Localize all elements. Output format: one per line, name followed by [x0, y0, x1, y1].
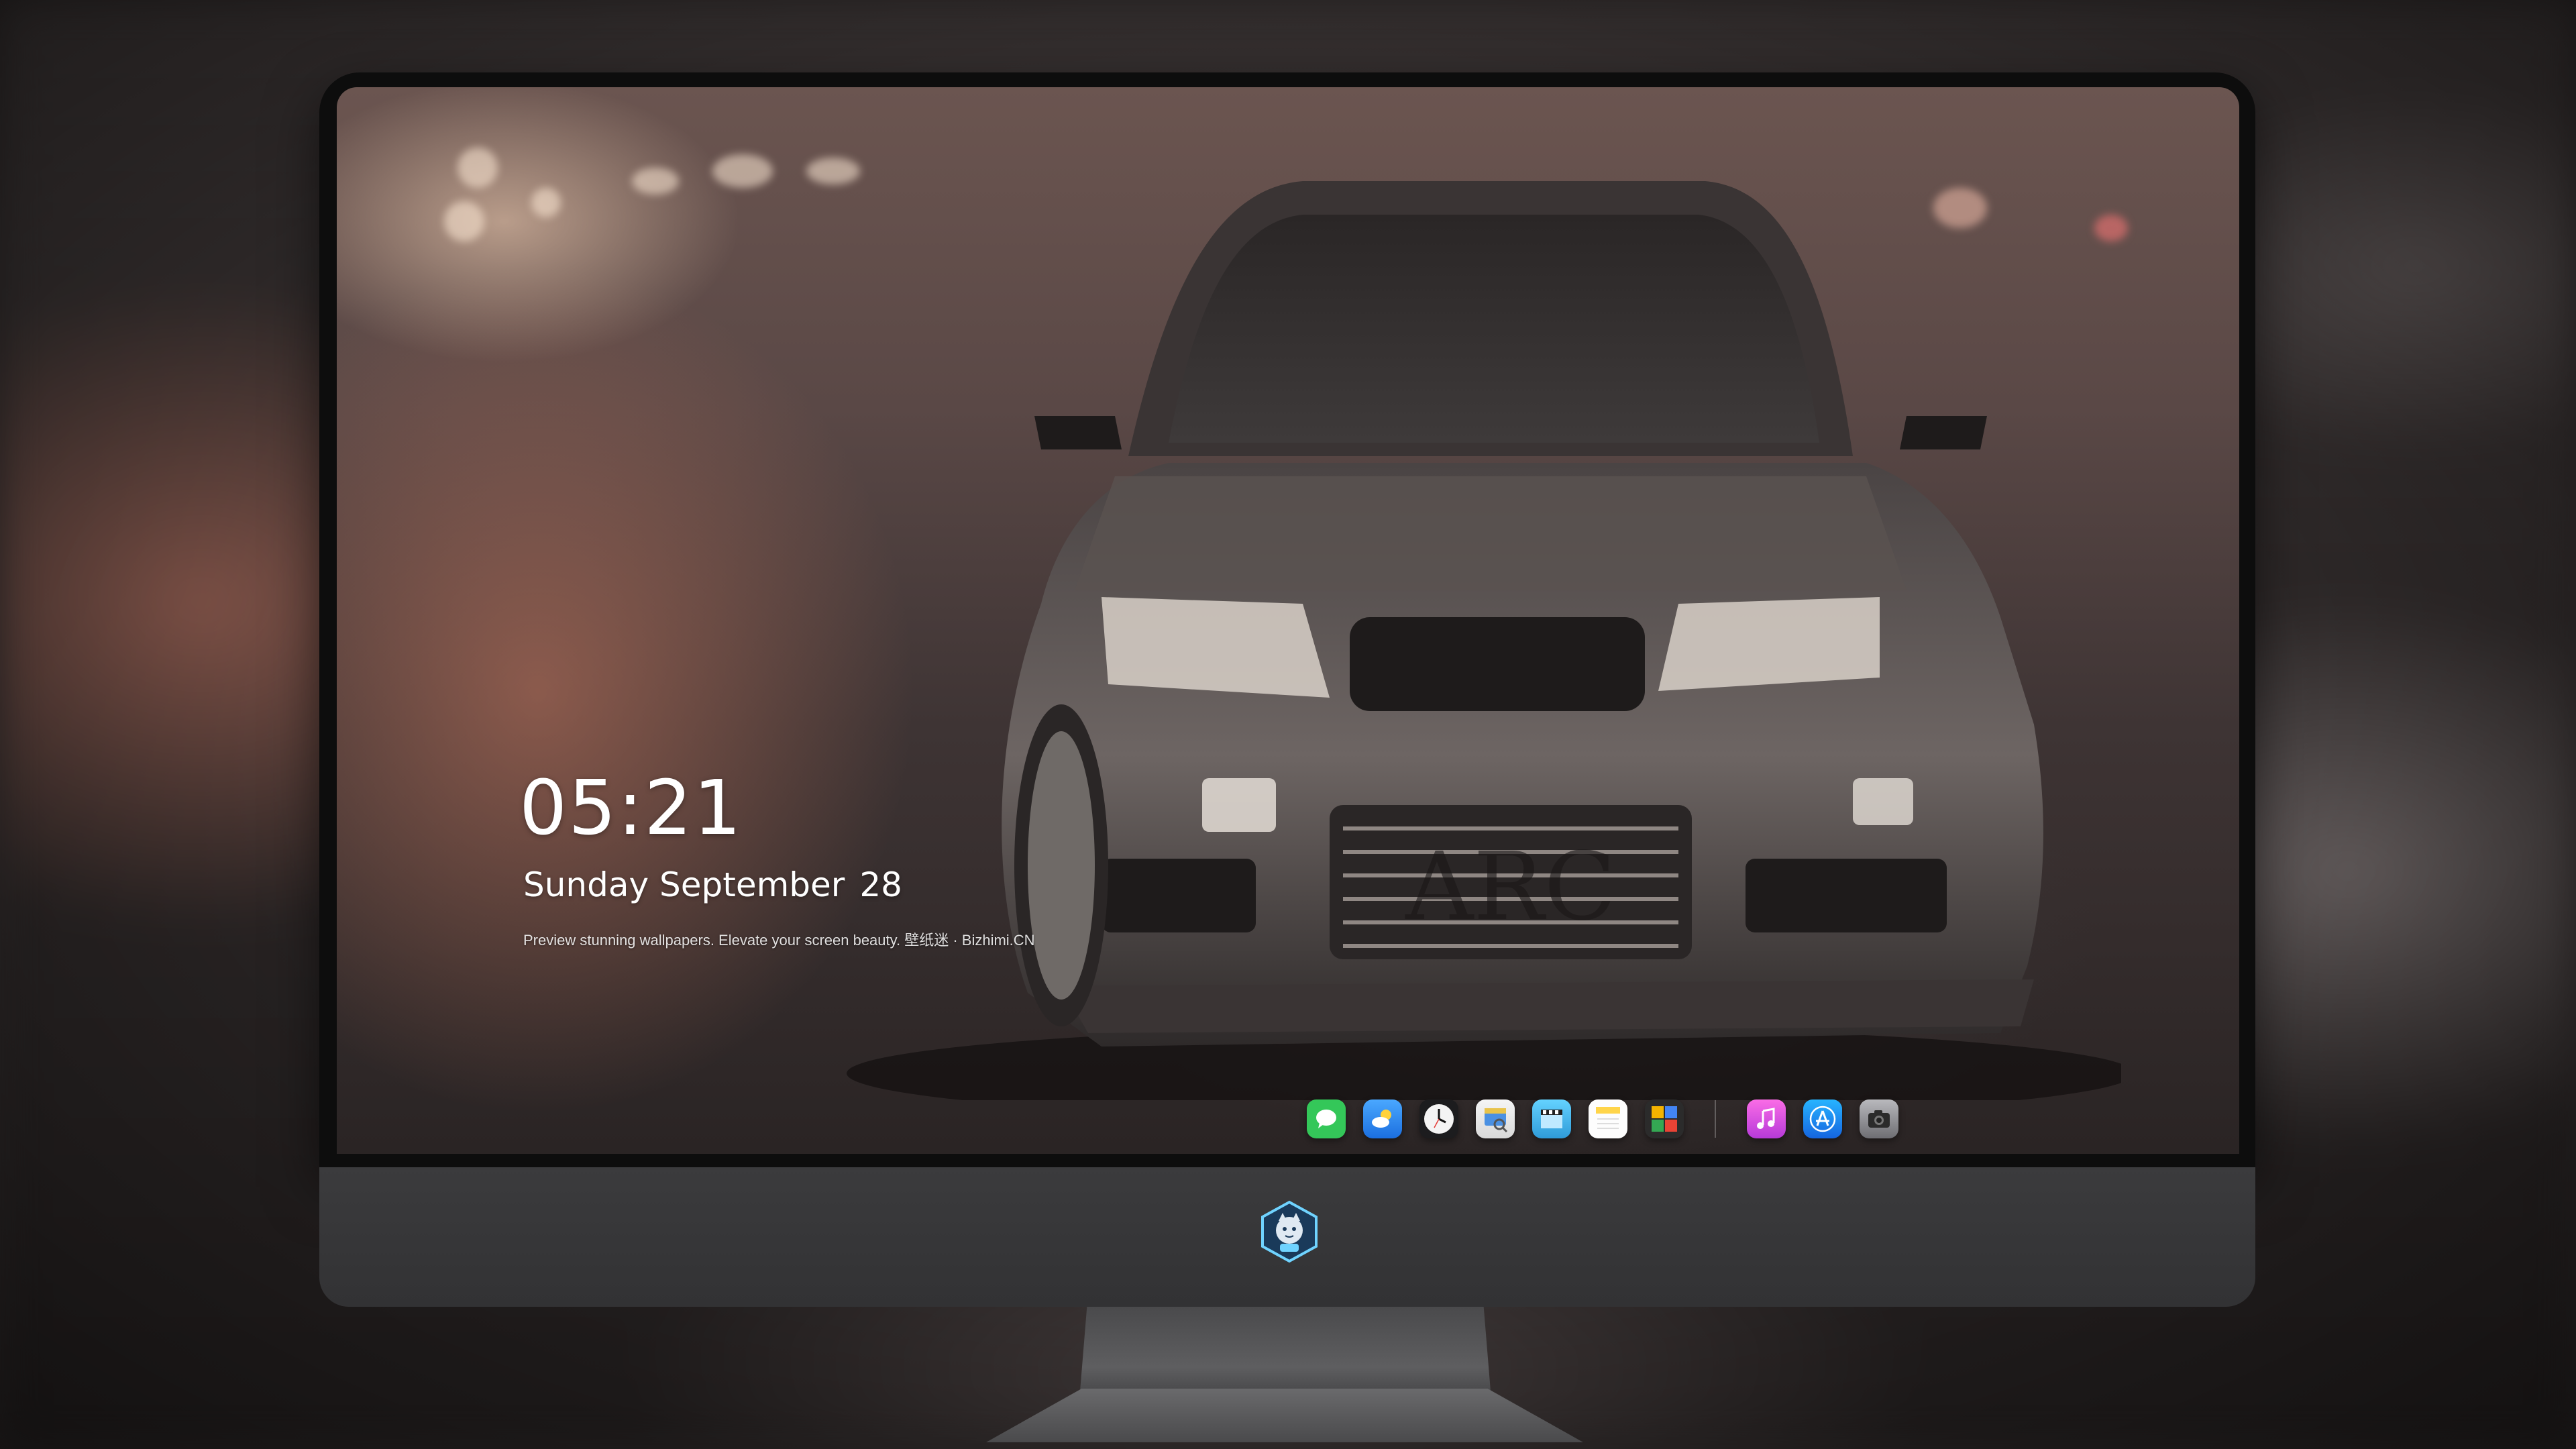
clock-icon[interactable] [1419, 1099, 1458, 1138]
plate-text: ARC [1405, 833, 1616, 942]
weather-icon[interactable] [1363, 1099, 1402, 1138]
messages-icon[interactable] [1307, 1099, 1346, 1138]
preview-icon[interactable] [1476, 1099, 1515, 1138]
bokeh-light [531, 188, 561, 217]
camera-icon[interactable] [1860, 1099, 1898, 1138]
lockscreen-tagline: Preview stunning wallpapers. Elevate you… [523, 932, 1035, 949]
music-icon[interactable] [1747, 1099, 1786, 1138]
photo-booth-icon[interactable] [1645, 1099, 1684, 1138]
bokeh-light [444, 201, 484, 241]
dock [1307, 1093, 1898, 1144]
app-store-icon[interactable] [1803, 1099, 1842, 1138]
bokeh-light [712, 154, 773, 188]
lockscreen-time: 05:21 [519, 765, 743, 852]
brand-logo-icon [1261, 1200, 1318, 1263]
car-wallpaper: ARC [847, 181, 2121, 1100]
monitor: ARC 05:21 Sunday September 28 Preview st… [319, 72, 2255, 1307]
monitor-stand-base [986, 1389, 1583, 1442]
lockscreen-weekday-month: Sunday September [523, 865, 845, 904]
lock-screen[interactable]: ARC 05:21 Sunday September 28 Preview st… [337, 87, 2239, 1154]
dock-separator [1715, 1100, 1716, 1138]
bokeh-light [458, 148, 498, 188]
lockscreen-date: Sunday September 28 [523, 865, 902, 904]
clips-icon[interactable] [1532, 1099, 1571, 1138]
notes-icon[interactable] [1589, 1099, 1627, 1138]
monitor-bezel: ARC 05:21 Sunday September 28 Preview st… [319, 72, 2255, 1167]
bokeh-light [632, 168, 679, 195]
scene: ARC 05:21 Sunday September 28 Preview st… [0, 0, 2576, 1449]
lockscreen-day: 28 [859, 865, 902, 904]
